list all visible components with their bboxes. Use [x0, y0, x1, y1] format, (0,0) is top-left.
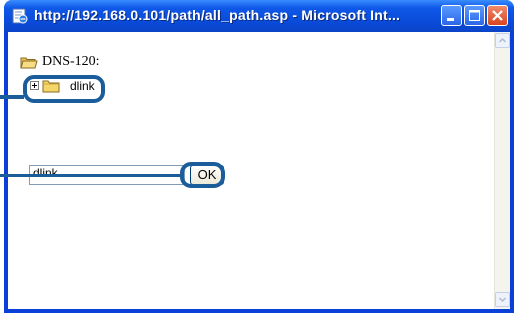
ok-button[interactable]: OK — [190, 165, 224, 185]
expand-plus-icon[interactable] — [30, 81, 39, 90]
path-input[interactable]: dlink — [29, 165, 185, 185]
minimize-icon — [447, 18, 454, 21]
browser-popup-window: http://192.168.0.101/path/all_path.asp -… — [4, 0, 514, 313]
close-button[interactable] — [487, 5, 508, 26]
window-title: http://192.168.0.101/path/all_path.asp -… — [34, 7, 401, 23]
scroll-down-button[interactable] — [495, 292, 510, 307]
title-bar[interactable]: http://192.168.0.101/path/all_path.asp -… — [4, 0, 514, 32]
maximize-button[interactable] — [464, 5, 485, 26]
vertical-scrollbar[interactable] — [494, 32, 510, 309]
chevron-down-icon — [498, 297, 507, 303]
minimize-button[interactable] — [441, 5, 462, 26]
scroll-up-button[interactable] — [495, 33, 510, 48]
maximize-icon — [469, 10, 480, 21]
tree-root-label: DNS-120: — [42, 54, 100, 69]
close-icon — [492, 10, 503, 21]
chevron-up-icon — [498, 37, 507, 43]
tree-node-label: dlink — [70, 79, 95, 93]
folder-icon — [42, 80, 60, 93]
page-content: DNS-120: dlink dlink OK — [8, 32, 510, 309]
open-folder-icon — [20, 57, 38, 69]
ie-page-icon — [12, 8, 28, 24]
